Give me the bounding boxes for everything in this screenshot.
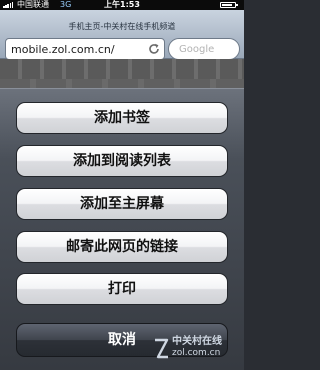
page-title: 手机主页-中关村在线手机频道 [68,22,176,31]
watermark-cn: 中关村在线 [172,336,222,347]
search-input[interactable]: Google [168,38,240,60]
network-type: 3G [60,0,72,9]
clock: 上午1:53 [104,0,140,9]
print-button[interactable]: 打印 [16,273,228,305]
address-bar[interactable]: mobile.zol.com.cn/ [5,38,165,60]
add-to-reading-list-button[interactable]: 添加到阅读列表 [16,145,228,177]
reload-icon[interactable] [147,42,161,56]
status-bar: 中国联通 3G 上午1:53 [0,0,244,10]
browser-toolbar: 手机主页-中关村在线手机频道 mobile.zol.com.cn/ Google [0,10,244,60]
signal-icon [3,2,14,8]
action-sheet: 添加书签 添加到阅读列表 添加至主屏幕 邮寄此网页的链接 打印 取消 [0,88,244,370]
battery-icon [220,2,238,8]
mail-link-button[interactable]: 邮寄此网页的链接 [16,231,228,263]
add-bookmark-button[interactable]: 添加书签 [16,102,228,134]
url-text: mobile.zol.com.cn/ [11,43,115,56]
watermark: 中关村在线 zol.com.cn [140,336,240,364]
zol-logo-icon [155,338,169,359]
search-placeholder: Google [179,44,215,55]
watermark-en: zol.com.cn [172,348,221,358]
add-to-home-screen-button[interactable]: 添加至主屏幕 [16,188,228,220]
carrier-name: 中国联通 [17,0,49,9]
